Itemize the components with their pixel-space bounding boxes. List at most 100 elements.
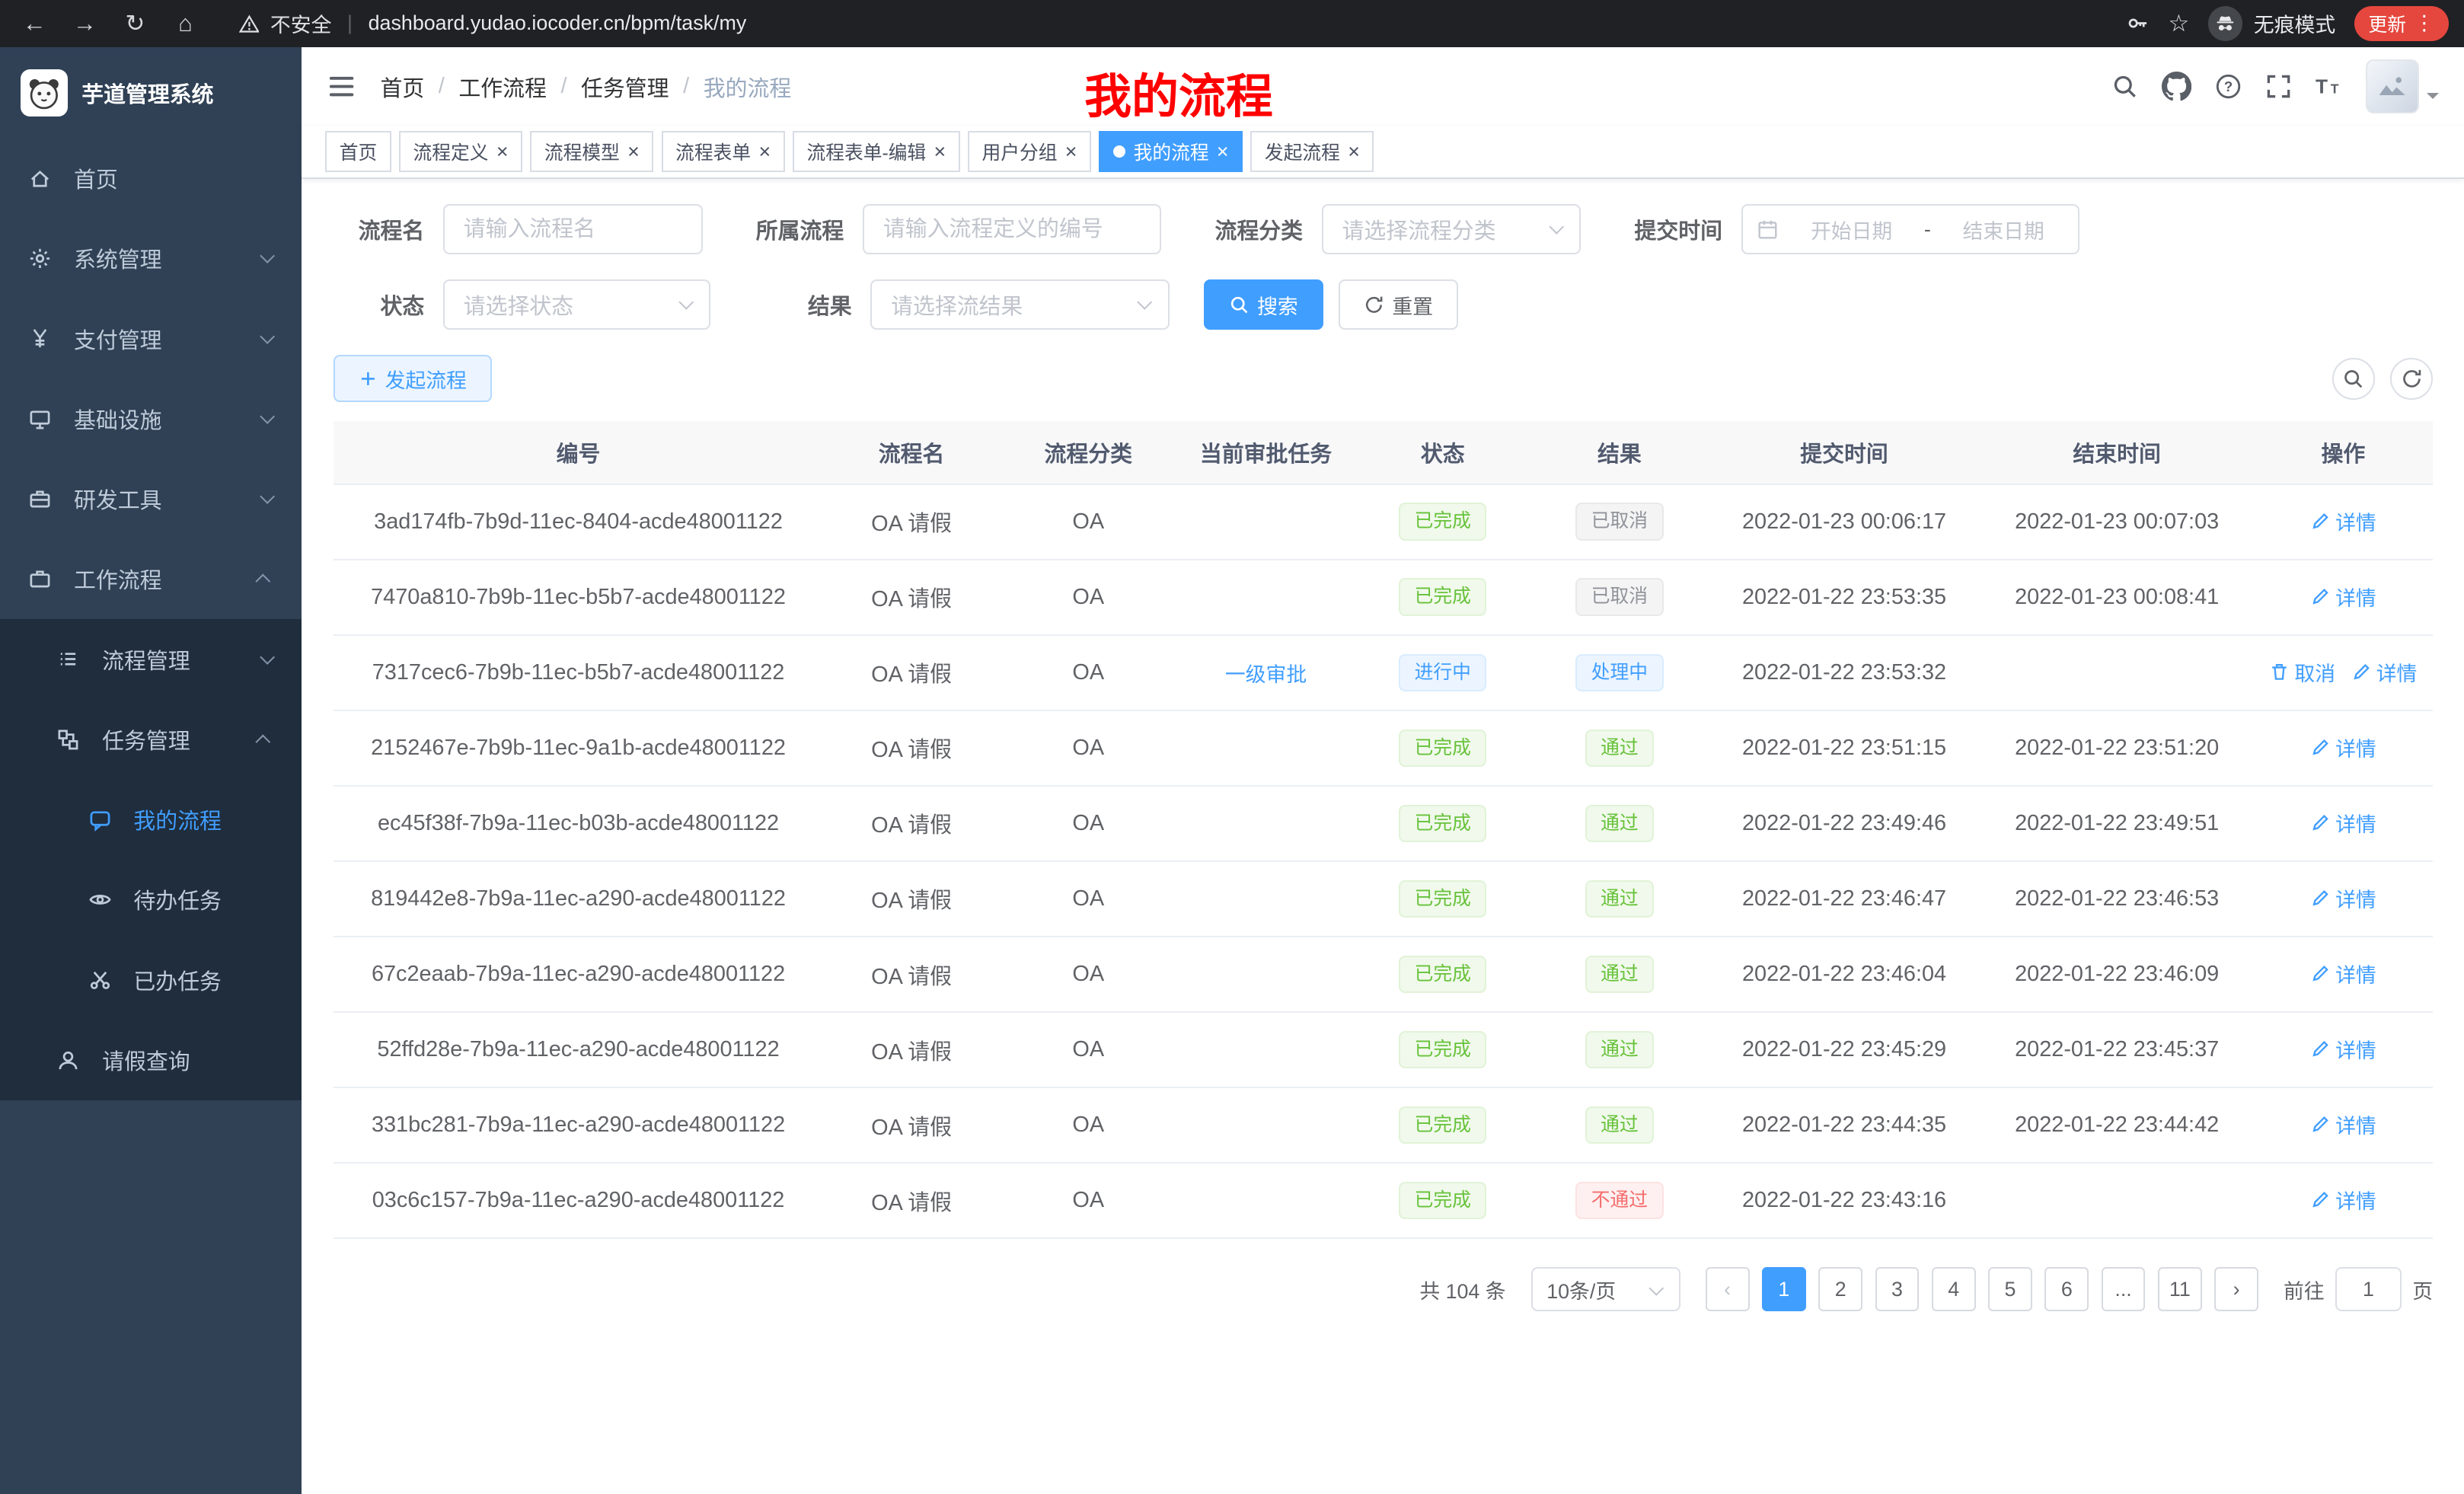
breadcrumb-separator: / <box>683 74 689 99</box>
action-detail-link[interactable]: 详情 <box>2310 808 2376 838</box>
home-icon[interactable]: ⌂ <box>167 5 205 43</box>
cell-category: OA <box>1000 1087 1177 1163</box>
cell-process-name: OA 请假 <box>824 484 1000 560</box>
page-size-select[interactable]: 10条/页 <box>1531 1267 1680 1311</box>
sidebar-item-todo-tasks[interactable]: 待办任务 <box>0 860 302 940</box>
page-button-1[interactable]: 1 <box>1762 1267 1806 1311</box>
action-detail-link[interactable]: 详情 <box>2310 1185 2376 1215</box>
tab-process-model[interactable]: 流程模型× <box>530 131 653 172</box>
breadcrumb-item[interactable]: 首页 <box>380 71 424 103</box>
page-ellipsis[interactable]: ... <box>2102 1267 2146 1311</box>
action-detail-link[interactable]: 详情 <box>2310 1034 2376 1064</box>
back-icon[interactable]: ← <box>16 5 54 43</box>
cell-id: 52ffd28e-7b9a-11ec-a290-acde48001122 <box>334 1012 824 1087</box>
page-button-3[interactable]: 3 <box>1875 1267 1920 1311</box>
close-icon[interactable]: × <box>1348 142 1360 162</box>
cell-actions: 详情 <box>2254 1012 2433 1087</box>
svg-text:?: ? <box>2224 78 2233 94</box>
tab-start-process[interactable]: 发起流程× <box>1250 131 1374 172</box>
close-icon[interactable]: × <box>758 142 771 162</box>
kebab-menu-icon[interactable]: ⋮ <box>2414 11 2434 35</box>
hamburger-icon[interactable] <box>327 72 356 101</box>
process-def-input[interactable] <box>863 204 1161 254</box>
process-name-input[interactable] <box>443 204 703 254</box>
tab-process-definition[interactable]: 流程定义× <box>399 131 522 172</box>
sidebar-item-leave-query[interactable]: 请假查询 <box>0 1020 302 1100</box>
sidebar-item-system-management[interactable]: 系统管理 <box>0 219 302 298</box>
status-select[interactable]: 请选择状态 <box>443 279 710 330</box>
cell-status: 已完成 <box>1355 786 1530 861</box>
font-size-icon[interactable]: TT <box>2316 73 2342 100</box>
tab-bar: 首页流程定义×流程模型×流程表单×流程表单-编辑×用户分组×我的流程×发起流程× <box>302 126 2464 179</box>
category-select[interactable]: 请选择流程分类 <box>1322 204 1581 254</box>
tab-my-process[interactable]: 我的流程× <box>1099 131 1243 172</box>
sidebar-item-task-management[interactable]: 任务管理 <box>0 699 302 779</box>
page-button-2[interactable]: 2 <box>1818 1267 1862 1311</box>
action-cancel-link[interactable]: 取消 <box>2269 657 2335 687</box>
close-icon[interactable]: × <box>496 142 509 162</box>
sidebar-item-done-tasks[interactable]: 已办任务 <box>0 940 302 1020</box>
goto-page-input[interactable] <box>2335 1267 2402 1311</box>
page-button-4[interactable]: 4 <box>1932 1267 1976 1311</box>
result-select[interactable]: 请选择流结果 <box>870 279 1169 330</box>
next-page-button[interactable]: › <box>2214 1267 2258 1311</box>
svg-text:T: T <box>2316 75 2328 97</box>
edit-icon <box>2310 586 2331 607</box>
sidebar-item-infrastructure[interactable]: 基础设施 <box>0 378 302 458</box>
user-menu[interactable] <box>2366 59 2439 113</box>
sidebar-item-process-management[interactable]: 流程管理 <box>0 619 302 699</box>
reload-icon[interactable]: ↻ <box>116 5 155 43</box>
refresh-button[interactable] <box>2390 358 2433 401</box>
cell-current-task <box>1177 560 1355 635</box>
action-detail-link[interactable]: 详情 <box>2310 1109 2376 1139</box>
cell-end-time <box>1980 1163 2254 1238</box>
tab-home[interactable]: 首页 <box>325 131 391 172</box>
sidebar-item-dev-tools[interactable]: 研发工具 <box>0 459 302 539</box>
tab-user-group[interactable]: 用户分组× <box>968 131 1091 172</box>
chevron-up-icon <box>255 734 270 749</box>
action-detail-link[interactable]: 详情 <box>2351 657 2418 687</box>
action-detail-link[interactable]: 详情 <box>2310 733 2376 762</box>
action-detail-link[interactable]: 详情 <box>2310 506 2376 536</box>
reset-button[interactable]: 重置 <box>1339 279 1458 330</box>
page-button-11[interactable]: 11 <box>2158 1267 2202 1311</box>
close-icon[interactable]: × <box>1065 142 1077 162</box>
sidebar-item-payment-management[interactable]: 支付管理 <box>0 298 302 378</box>
app-logo[interactable]: 芋道管理系统 <box>0 47 302 139</box>
cell-result: 通过 <box>1530 710 1708 786</box>
breadcrumb-item[interactable]: 任务管理 <box>581 71 669 103</box>
start-process-button[interactable]: 发起流程 <box>334 355 492 402</box>
tab-process-form-edit[interactable]: 流程表单-编辑× <box>793 131 960 172</box>
close-icon[interactable]: × <box>934 142 946 162</box>
star-icon[interactable]: ☆ <box>2169 10 2190 37</box>
action-detail-link[interactable]: 详情 <box>2310 582 2376 611</box>
search-icon[interactable] <box>2111 73 2138 100</box>
submit-time-range-picker[interactable]: 开始日期 - 结束日期 <box>1741 204 2079 254</box>
prev-page-button[interactable]: ‹ <box>1706 1267 1750 1311</box>
update-button[interactable]: 更新 ⋮ <box>2354 6 2449 40</box>
forward-icon[interactable]: → <box>66 5 104 43</box>
help-icon[interactable]: ? <box>2215 73 2242 100</box>
edit-icon <box>2310 963 2331 984</box>
action-detail-link[interactable]: 详情 <box>2310 883 2376 913</box>
sidebar-item-label: 流程管理 <box>102 643 190 675</box>
search-button[interactable]: 搜索 <box>1204 279 1323 330</box>
github-icon[interactable] <box>2162 72 2191 101</box>
tab-process-form[interactable]: 流程表单× <box>662 131 785 172</box>
toggle-search-button[interactable] <box>2332 358 2375 401</box>
current-task-link[interactable]: 一级审批 <box>1225 658 1307 688</box>
sidebar-item-workflow[interactable]: 工作流程 <box>0 539 302 619</box>
action-detail-link[interactable]: 详情 <box>2310 959 2376 988</box>
page-button-5[interactable]: 5 <box>1988 1267 2032 1311</box>
address-bar[interactable]: 不安全 | dashboard.yudao.iocoder.cn/bpm/tas… <box>239 8 747 38</box>
page-button-6[interactable]: 6 <box>2044 1267 2089 1311</box>
sidebar-item-home[interactable]: 首页 <box>0 139 302 219</box>
chevron-down-icon <box>260 329 275 344</box>
status-tag: 已完成 <box>1399 1182 1486 1220</box>
breadcrumb-item[interactable]: 工作流程 <box>458 71 547 103</box>
key-icon[interactable] <box>2126 11 2150 35</box>
fullscreen-icon[interactable] <box>2265 73 2292 100</box>
sidebar-item-my-process[interactable]: 我的流程 <box>0 780 302 860</box>
close-icon[interactable]: × <box>627 142 640 162</box>
close-icon[interactable]: × <box>1217 142 1229 162</box>
